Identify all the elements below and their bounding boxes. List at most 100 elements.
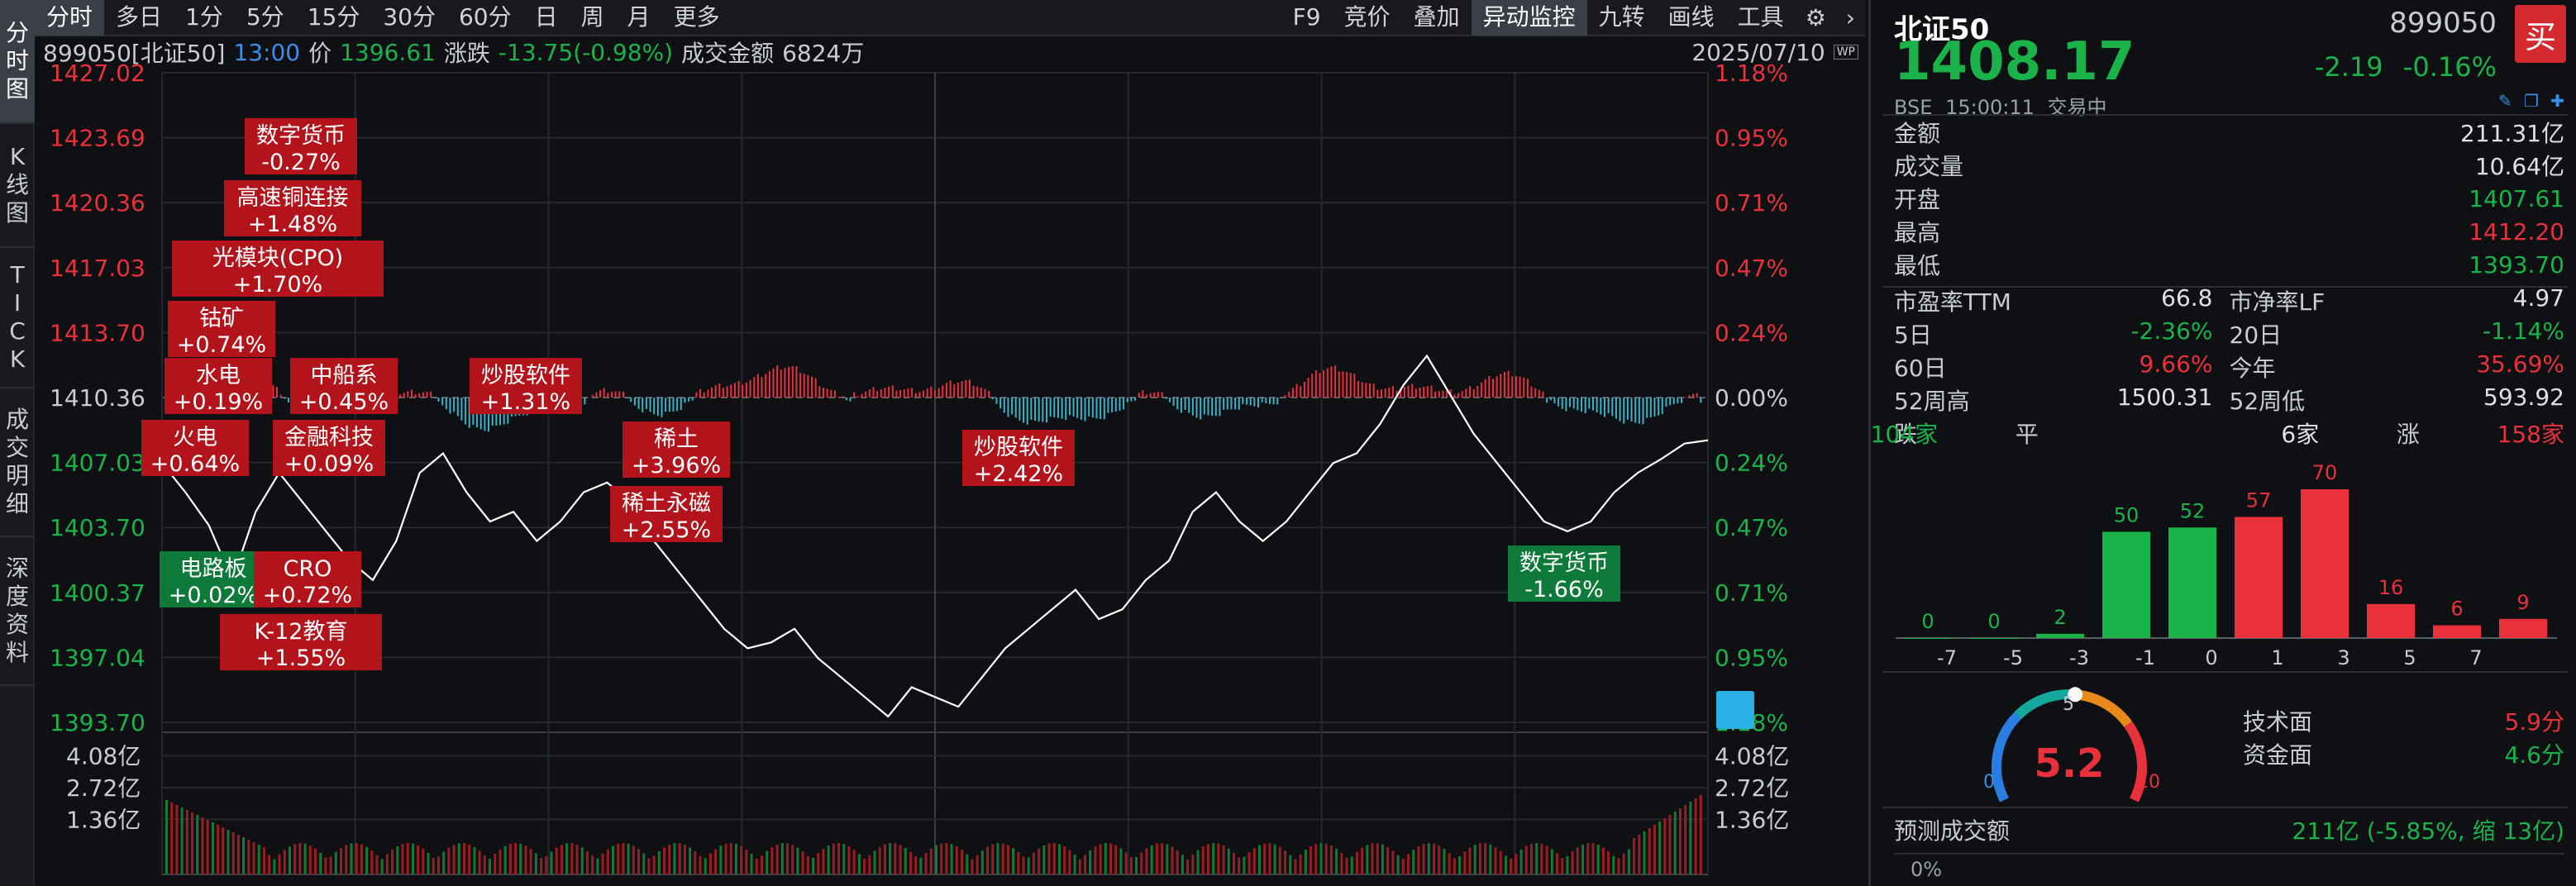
tab-depth-info[interactable]: 深度资料 <box>0 537 35 686</box>
volume-bar <box>1361 847 1364 874</box>
volume-bar <box>766 850 769 874</box>
tab-timeshare[interactable]: 分时图 <box>0 0 35 124</box>
tool-anomaly-monitor[interactable]: 异动监控 <box>1471 0 1587 36</box>
period-60min[interactable]: 60分 <box>447 0 523 36</box>
volume-bar <box>668 844 671 874</box>
edit-icon[interactable]: ✎ <box>2498 91 2512 111</box>
period-15min[interactable]: 15分 <box>296 0 372 36</box>
volume-bar <box>1329 846 1333 874</box>
annotation-change: -1.66% <box>1524 577 1604 603</box>
y-tick-left: 1420.36 <box>50 189 145 217</box>
period-month[interactable]: 月 <box>616 0 662 36</box>
period-5min[interactable]: 5分 <box>235 0 296 36</box>
volume-bar <box>750 854 753 874</box>
chart-canvas[interactable]: 1427.02 1.18% 1423.69 0.95% 1420.36 0.71% 1417… <box>35 36 1865 886</box>
volume-bar <box>673 843 676 874</box>
pb-label: 市净率LF <box>2229 288 2326 316</box>
period-1min[interactable]: 1分 <box>174 0 235 36</box>
volume-bar <box>699 855 702 874</box>
pe-label: 市盈率TTM <box>1894 288 2011 316</box>
volume-bar <box>1684 805 1687 874</box>
volume-bar <box>1489 844 1492 874</box>
timeshare-chart: 899050[北证50] 13:00 价 1396.61 涨跌 -13.75(-… <box>35 36 1865 886</box>
volume-bar <box>945 843 948 874</box>
volume-bar <box>1319 843 1323 874</box>
volume-bar <box>514 843 518 874</box>
y-tick-right: 0.71% <box>1715 189 1788 217</box>
volume-bar <box>760 855 763 874</box>
tool-nine-turn[interactable]: 九转 <box>1587 0 1657 36</box>
chevron-right-icon[interactable]: › <box>1836 4 1865 31</box>
volume-bar <box>770 847 774 874</box>
annotation-change: +2.42% <box>974 461 1063 487</box>
volume-bar <box>1238 857 1241 874</box>
volume-bar <box>1427 843 1430 874</box>
add-icon[interactable]: ✚ <box>2550 91 2564 111</box>
d60-label: 60日 <box>1894 355 1947 382</box>
volume-bar <box>1032 852 1035 874</box>
period-multiday[interactable]: 多日 <box>104 0 174 36</box>
volume-bar <box>1638 835 1641 874</box>
volume-bar <box>365 846 369 874</box>
period-day[interactable]: 日 <box>523 0 570 36</box>
volume-bar <box>1001 843 1004 874</box>
volume-bar <box>991 844 995 874</box>
dist-axis-label: -5 <box>2003 646 2023 669</box>
volume-bar <box>1463 851 1467 874</box>
buy-button[interactable]: 买 <box>2515 5 2566 63</box>
quote-panel: 北证50 899050 买 1408.17 -2.19 -0.16% BSE 1… <box>1868 0 2576 886</box>
tab-kline[interactable]: K线图 <box>0 124 35 248</box>
stat-row: 最低 1393.70 <box>1894 248 2564 281</box>
ytd-value: 35.69% <box>2476 350 2564 378</box>
volume-bar <box>611 846 614 874</box>
stat-label: 成交量 <box>1894 153 1964 180</box>
tool-overlay[interactable]: 叠加 <box>1402 0 1472 36</box>
volume-bar <box>350 843 353 874</box>
stat-label: 最低 <box>1894 252 1941 279</box>
volume-bar <box>924 852 928 874</box>
volume-bar <box>1566 855 1569 874</box>
volume-bar <box>1494 847 1497 874</box>
volume-bar <box>385 854 389 874</box>
period-more[interactable]: 更多 <box>662 0 732 36</box>
volume-bar <box>1278 846 1281 874</box>
copy-icon[interactable]: ❐ <box>2524 91 2539 111</box>
volume-bar <box>1099 844 1102 874</box>
annotation-change: +0.09% <box>284 451 374 477</box>
volume-bar <box>689 847 692 874</box>
gear-icon[interactable]: ⚙ <box>1796 4 1836 31</box>
volume-bar <box>1022 856 1025 874</box>
tool-f9[interactable]: F9 <box>1281 0 1333 36</box>
period-timeshare[interactable]: 分时 <box>35 0 105 36</box>
period-week[interactable]: 周 <box>570 0 616 36</box>
volume-bar <box>1622 853 1625 874</box>
forecast-progress-label: 0% <box>1911 858 1943 881</box>
volume-bar <box>1648 828 1651 874</box>
dist-bar <box>1904 638 1952 639</box>
tool-auction[interactable]: 竞价 <box>1333 0 1402 36</box>
y-tick-right: 0.95% <box>1715 125 1788 152</box>
tech-value: 5.9分 <box>2504 708 2564 736</box>
volume-bar <box>436 856 440 874</box>
tab-trade-detail[interactable]: 成交明细 <box>0 388 35 537</box>
volume-bars <box>165 795 1702 874</box>
volume-bar <box>1422 844 1425 874</box>
volume-bar <box>1222 845 1225 874</box>
period-30min[interactable]: 30分 <box>371 0 447 36</box>
volume-bar <box>601 853 604 874</box>
volume-bar <box>1063 846 1066 874</box>
tab-tick[interactable]: TICK <box>0 248 35 388</box>
volume-bar <box>196 815 199 874</box>
y-tick-right: 0.24% <box>1715 319 1788 346</box>
tool-draw-line[interactable]: 画线 <box>1657 0 1726 36</box>
volume-bar <box>786 843 789 874</box>
volume-bar <box>734 843 737 874</box>
volume-bar <box>191 812 194 874</box>
volume-bar <box>1212 843 1215 874</box>
volume-bar <box>1376 843 1379 874</box>
tool-tools[interactable]: 工具 <box>1726 0 1796 36</box>
dist-count: 16 <box>2378 576 2404 599</box>
volume-bar <box>1119 848 1123 874</box>
volume-bar <box>1401 859 1405 874</box>
dist-axis-label: 7 <box>2469 646 2482 669</box>
